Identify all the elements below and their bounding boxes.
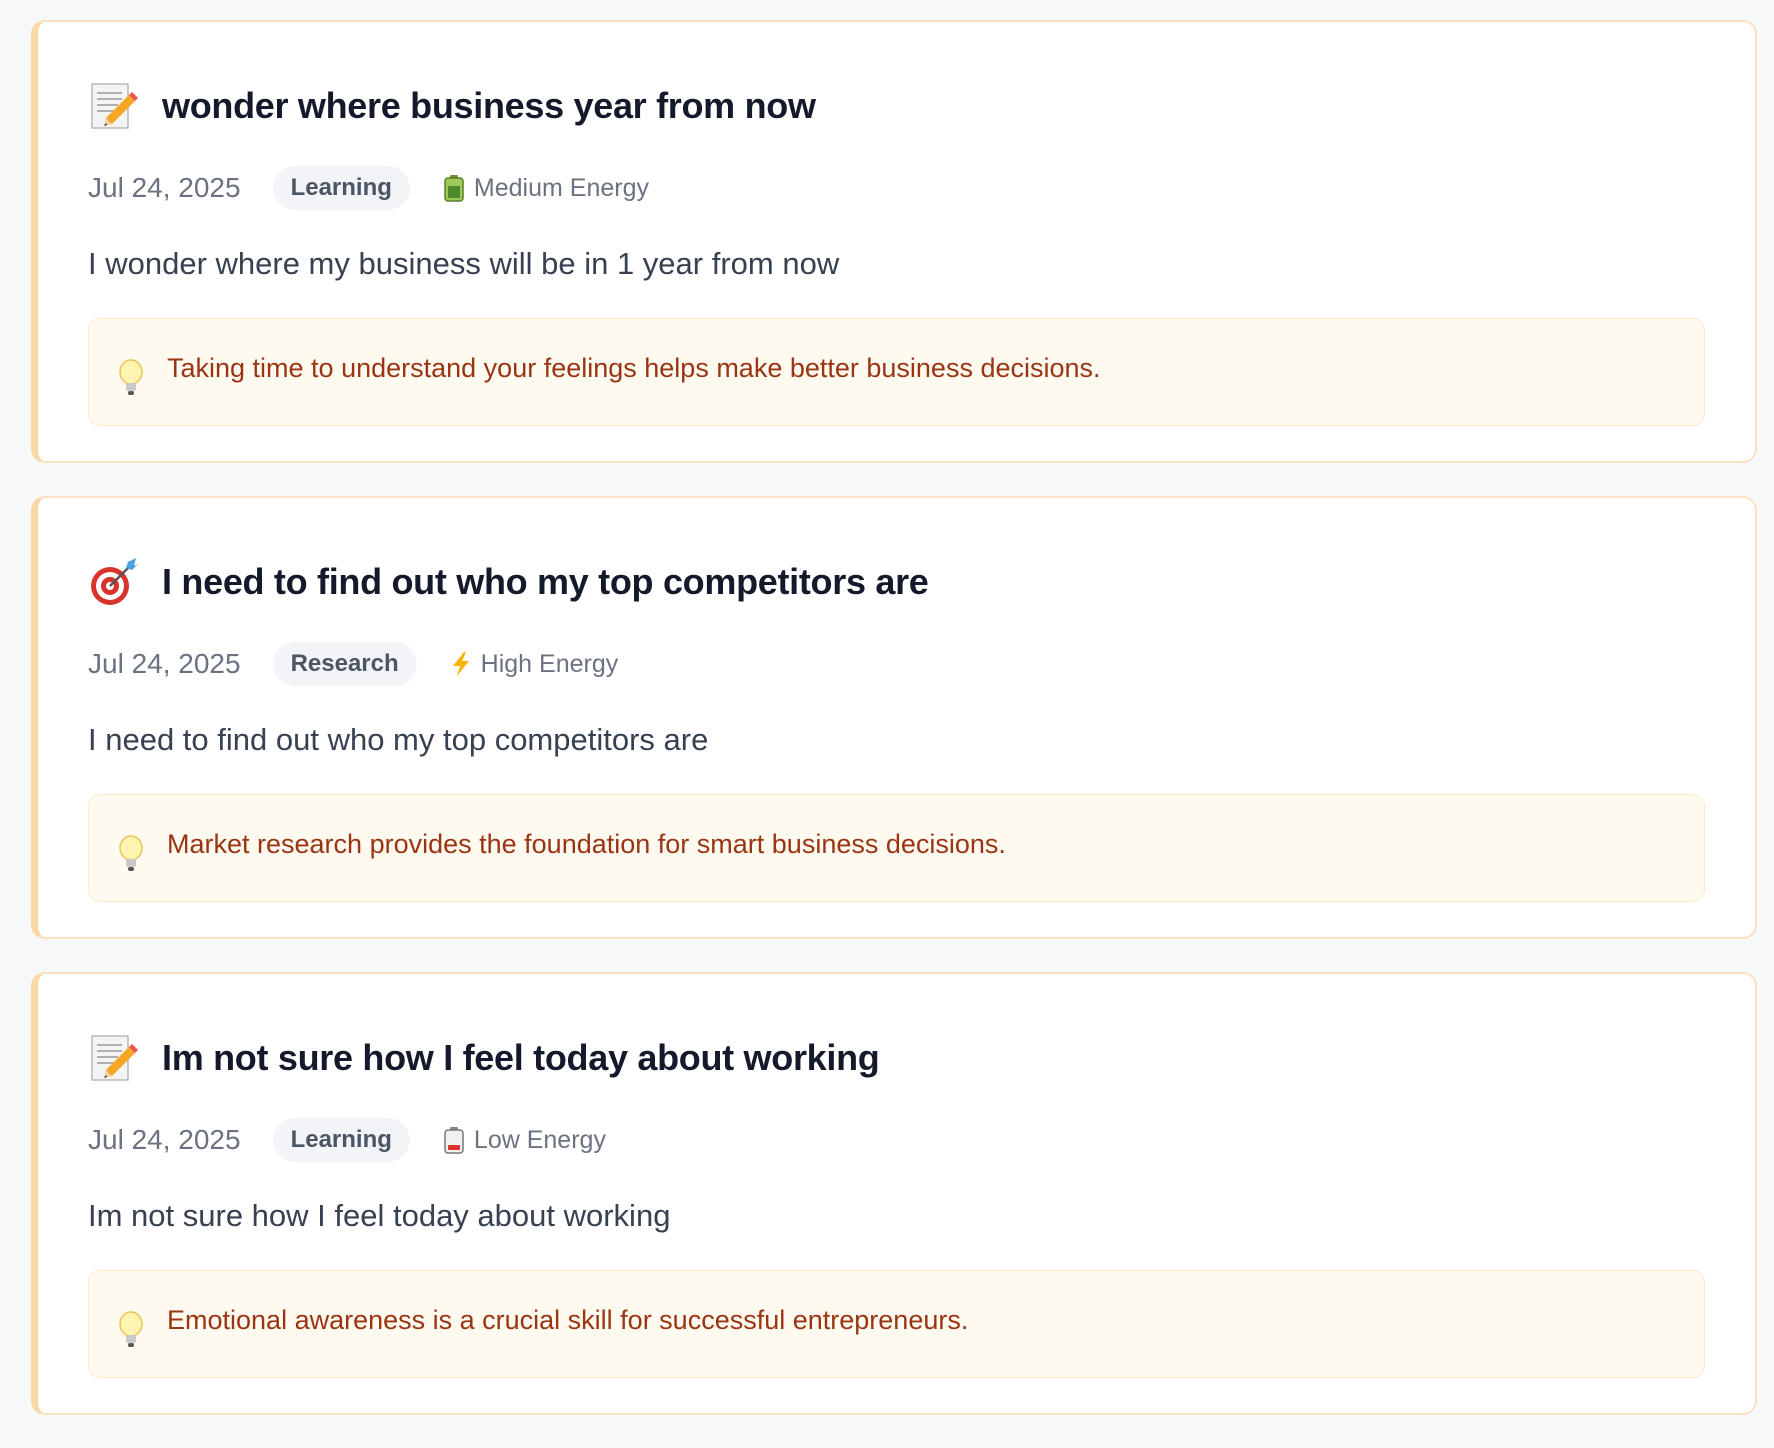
category-tag: Learning [272,166,410,210]
entry-title: I need to find out who my top competitor… [162,561,929,602]
entry-title: wonder where business year from now [162,85,816,126]
journal-entry-card[interactable]: wonder where business year from now Jul … [31,20,1757,463]
battery-medium-icon [444,175,464,202]
entry-title-row: I need to find out who my top competitor… [88,552,1705,612]
entry-date: Jul 24, 2025 [88,1124,241,1155]
memo-icon [91,1035,138,1081]
insight-text: Emotional awareness is a crucial skill f… [167,1304,969,1335]
lightbulb-icon [119,359,143,395]
energy-label: High Energy [480,649,619,678]
entry-date: Jul 24, 2025 [88,648,241,679]
insight-text: Taking time to understand your feelings … [167,352,1101,383]
entry-body: Im not sure how I feel today about worki… [88,1198,671,1233]
battery-low-icon [444,1127,464,1154]
energy-label: Low Energy [473,1125,606,1154]
category-tag: Learning [272,1118,410,1162]
entry-meta: Jul 24, 2025 Research High Energy [88,642,1705,686]
journal-entry-list: wonder where business year from now Jul … [31,20,1757,1448]
insight-text: Market research provides the foundation … [167,828,1006,859]
entry-date: Jul 24, 2025 [88,172,241,203]
entry-title-row: Im not sure how I feel today about worki… [88,1028,1705,1088]
insight-box: Market research provides the foundation … [88,794,1705,902]
energy-indicator: High Energy [449,649,619,679]
lightbulb-icon [119,1311,143,1347]
entry-title: Im not sure how I feel today about worki… [162,1037,880,1078]
lightbulb-icon [119,835,143,871]
entry-title-row: wonder where business year from now [88,76,1705,136]
entry-body: I wonder where my business will be in 1 … [88,246,840,281]
journal-entry-card[interactable]: I need to find out who my top competitor… [31,496,1757,939]
insight-box: Taking time to understand your feelings … [88,318,1705,426]
insight-box: Emotional awareness is a crucial skill f… [88,1270,1705,1378]
target-icon [91,558,138,605]
entry-meta: Jul 24, 2025 Learning Medium Energy [88,166,1705,210]
category-tag: Research [272,642,417,686]
energy-label: Medium Energy [473,173,649,202]
entry-meta: Jul 24, 2025 Learning Low Energy [88,1118,1705,1162]
lightning-icon [452,652,469,676]
energy-indicator: Medium Energy [442,174,649,203]
memo-icon [91,83,138,129]
entry-body: I need to find out who my top competitor… [88,722,709,757]
energy-indicator: Low Energy [442,1126,606,1155]
journal-entry-card[interactable]: Im not sure how I feel today about worki… [31,972,1757,1415]
